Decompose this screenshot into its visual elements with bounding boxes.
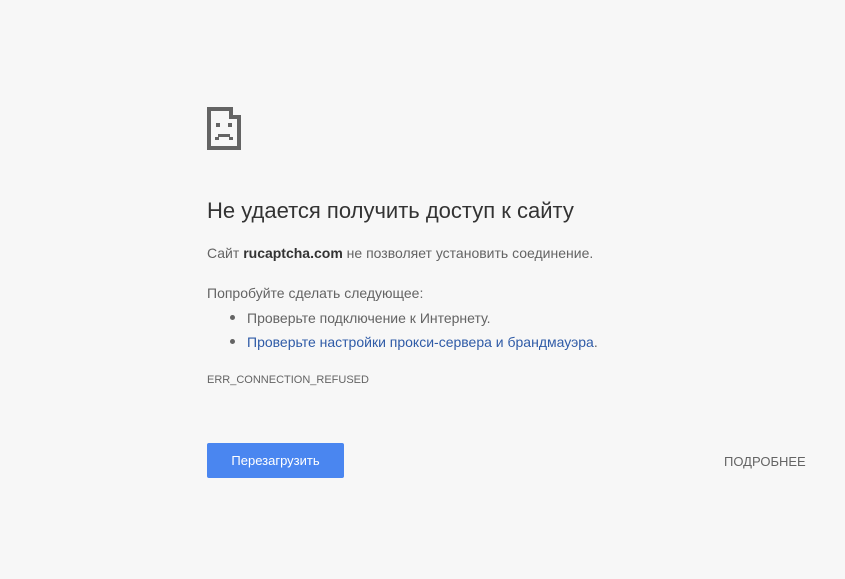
sad-page-icon <box>207 107 241 150</box>
summary-suffix: не позволяет установить соединение. <box>342 245 594 261</box>
suggestions-heading: Попробуйте сделать следующее: <box>207 285 424 301</box>
error-title: Не удается получить доступ к сайту <box>207 198 574 223</box>
suggestion-text: Проверьте подключение к Интернету. <box>247 310 491 326</box>
bullet-icon <box>230 315 235 320</box>
suggestions-list: Проверьте подключение к Интернету. Прове… <box>207 309 598 357</box>
error-code: ERR_CONNECTION_REFUSED <box>207 374 369 386</box>
summary-prefix: Сайт <box>207 245 244 261</box>
reload-button[interactable]: Перезагрузить <box>207 443 344 478</box>
bullet-icon <box>230 339 235 344</box>
proxy-settings-link[interactable]: Проверьте настройки прокси-сервера и бра… <box>247 334 594 350</box>
details-button[interactable]: ПОДРОБНЕЕ <box>712 451 818 471</box>
error-summary: Сайт rucaptcha.com не позволяет установи… <box>207 245 593 261</box>
suggestion-check-proxy: Проверьте настройки прокси-сервера и бра… <box>207 333 598 357</box>
suggestion-trailing-period: . <box>593 334 598 350</box>
host-name: rucaptcha.com <box>243 245 343 261</box>
suggestion-check-connection: Проверьте подключение к Интернету. <box>207 309 598 333</box>
error-page: Не удается получить доступ к сайту Сайт … <box>0 0 845 579</box>
